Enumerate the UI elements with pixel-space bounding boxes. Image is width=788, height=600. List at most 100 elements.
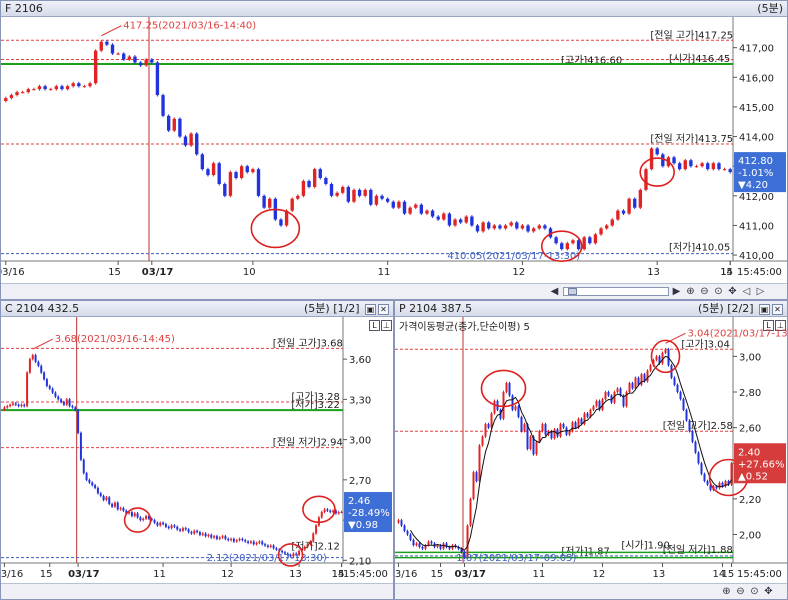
candle-body [419,204,424,214]
pan-right-icon[interactable]: ▷ [755,286,766,297]
scroll-right-icon[interactable]: ▶ [671,286,682,297]
candle-body [505,383,508,392]
x-tick-label: 11 [533,569,546,580]
put-option-panel: P 2104 387.5 (5분) [2/2] ▣ ✕ L ⊥ 2,00 2,20 2… [394,300,788,600]
pan-left-icon[interactable]: ◁ [741,286,752,297]
call-scrollbar[interactable] [1,583,393,599]
candle-body [553,429,556,439]
candle-body [655,356,658,360]
put-titlebar: P 2104 387.5 (5분) [2/2] ▣ ✕ [395,301,787,317]
candle-body [102,495,105,500]
candle-body [309,541,312,545]
candle-body [329,183,334,196]
zoom-reset-icon[interactable]: ⊙ [749,586,760,597]
candle-body [178,118,182,137]
zoom-reset-icon[interactable]: ⊙ [713,286,724,297]
candle-body [323,509,326,513]
candle-body [111,503,114,507]
zoom-out-icon[interactable]: ⊖ [699,286,710,297]
candle-body [20,92,25,94]
call-titlebar: C 2104 432.5 (5분) [1/2] ▣ ✕ [1,301,393,317]
maximize-icon[interactable]: ▣ [365,303,376,315]
candle-body [406,530,409,535]
candle-body [23,404,26,407]
candle-body [464,216,468,223]
candle-body [96,487,99,494]
candle-body [94,485,97,488]
candle-body [156,522,159,526]
y-tick-label: 411,00 [739,221,774,232]
put-page[interactable]: [2/2] [727,302,753,315]
close-icon[interactable]: ✕ [378,303,389,315]
x-tick-label: 03/17 [142,267,174,278]
candle-body [255,542,258,545]
price-change-pct: -28.49% [348,508,390,519]
candle-body [706,163,710,170]
scroll-left-icon[interactable]: ◀ [549,286,560,297]
futures-scrollbar[interactable]: ◀ ▶ ⊕ ⊖ ⊙ ✥ ◁ ▷ [1,283,787,299]
candle-body [312,169,317,187]
candle-body [616,210,620,220]
candle-body [159,522,162,526]
candle-body [711,163,716,170]
candle-body [170,525,173,529]
call-option-panel: C 2104 432.5 (5분) [1/2] ▣✕ L ⊥ 2,102,402… [0,300,394,600]
candle-body [217,163,221,184]
reference-label: [전일 저가]1.88 [663,544,733,556]
scroll-thumb[interactable] [568,288,577,295]
candle-body [649,365,652,371]
candle-body [326,509,329,511]
pan-icon[interactable]: ✥ [727,286,738,297]
candle-body [537,225,541,229]
candle-body [638,189,643,208]
put-scrollbar[interactable]: ⊕ ⊖ ⊙ ✥ [395,583,787,599]
put-interval[interactable]: (5분) [698,302,724,315]
candle-body [493,400,496,414]
pan-icon[interactable]: ✥ [763,586,774,597]
x-tick-label: 12 [221,569,234,580]
candle-body [312,533,315,542]
y-tick-label: 415,00 [739,103,774,114]
candle-body [296,195,300,199]
candle-body [515,222,519,229]
scroll-track[interactable] [563,287,669,296]
candle-body [604,225,609,229]
candle-body [317,517,320,526]
candle-body [245,166,249,173]
candle-body [427,541,430,546]
x-tick-label: 15 [431,569,444,580]
put-candle-chart[interactable]: 2,002,202,402,602,803,0003/161503/171112… [395,317,787,583]
candle-body [718,482,721,489]
call-interval[interactable]: (5분) [304,302,330,315]
put-title: P 2104 387.5 [399,302,473,315]
zoom-in-icon[interactable]: ⊕ [685,286,696,297]
y-tick-label: 416,00 [739,73,774,84]
y-tick-label: 3,60 [349,355,371,366]
candle-body [207,534,210,537]
max-annotation-label: 3.68(2021/03/16-14:45) [55,334,175,345]
candle-body [633,198,637,208]
zoom-in-icon[interactable]: ⊕ [721,586,732,597]
candle-body [105,497,108,500]
futures-candle-chart[interactable]: 410,00411,00412,00413,00414,00415,00416,… [1,17,787,283]
candle-body [565,243,570,250]
zoom-out-icon[interactable]: ⊖ [735,586,746,597]
candle-body [235,540,238,542]
candle-body [391,201,395,208]
x-tick-label: 15 [722,569,735,580]
candle-body [150,59,154,63]
call-page[interactable]: [1/2] [333,302,359,315]
candle-body [340,512,343,514]
call-candle-chart[interactable]: 2,102,402,703,003,303,6003/161503/171112… [1,317,393,583]
candle-body [57,396,60,400]
candle-body [700,163,704,167]
candle-body [436,545,439,547]
current-price: 2.40 [738,447,760,458]
candle-body [717,163,721,170]
price-change: ▲0.52 [738,471,768,482]
reference-label: [전일 고가]3.68 [273,337,343,349]
futures-interval[interactable]: (5분) [757,1,783,17]
close-icon[interactable]: ✕ [772,303,783,315]
candle-body [228,172,233,196]
maximize-icon[interactable]: ▣ [759,303,770,315]
